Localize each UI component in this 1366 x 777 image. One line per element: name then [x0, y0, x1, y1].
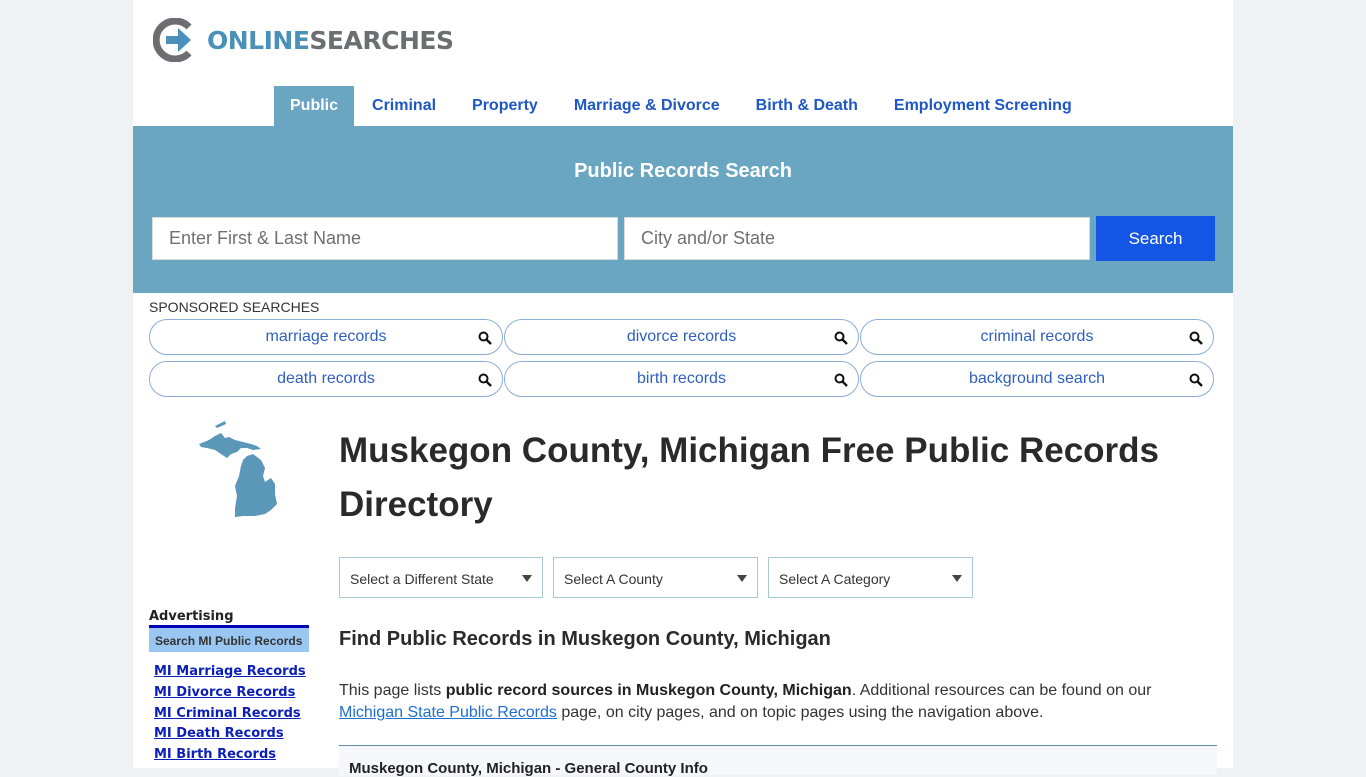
link-mi-divorce-records[interactable]: MI Divorce Records [154, 685, 306, 706]
category-select[interactable]: Select A Category [768, 557, 973, 598]
search-banner: Public Records Search Search [133, 126, 1233, 293]
sponsored-criminal-records[interactable]: criminal records [860, 319, 1214, 355]
advertising-links: MI Marriage Records MI Divorce Records M… [154, 664, 306, 768]
michigan-map-icon [199, 421, 277, 517]
link-mi-birth-records[interactable]: MI Birth Records [154, 747, 306, 768]
state-select-value: Select a Different State [350, 571, 494, 587]
search-icon [834, 331, 848, 345]
link-mi-death-records[interactable]: MI Death Records [154, 726, 306, 747]
sponsored-birth-records[interactable]: birth records [504, 361, 859, 397]
sponsored-death-records[interactable]: death records [149, 361, 503, 397]
nav-marriage-divorce[interactable]: Marriage & Divorce [556, 86, 738, 126]
sponsored-background-search[interactable]: background search [860, 361, 1214, 397]
name-input[interactable] [152, 217, 618, 260]
county-select[interactable]: Select A County [553, 557, 758, 598]
nav-birth-death[interactable]: Birth & Death [738, 86, 876, 126]
search-mi-public-records-header: Search MI Public Records [149, 625, 309, 652]
intro-bold: public record sources in Muskegon County… [445, 682, 852, 699]
logo-icon [153, 18, 192, 62]
link-mi-criminal-records[interactable]: MI Criminal Records [154, 706, 306, 727]
sponsored-divorce-records[interactable]: divorce records [504, 319, 859, 355]
search-icon [478, 331, 492, 345]
main-nav: Public Criminal Property Marriage & Divo… [274, 86, 1090, 126]
category-select-value: Select A Category [779, 571, 891, 587]
link-mi-marriage-records[interactable]: MI Marriage Records [154, 664, 306, 685]
general-county-info-header: Muskegon County, Michigan - General Coun… [339, 745, 1217, 777]
page: ONLINESEARCHES Public Criminal Property … [133, 0, 1233, 777]
logo-text-online: ONLINE [207, 25, 310, 55]
logo-text-searches: SEARCHES [309, 25, 454, 55]
search-title: Public Records Search [574, 160, 792, 182]
search-icon [1189, 331, 1203, 345]
county-select-value: Select A County [564, 571, 663, 587]
intro-paragraph: This page lists public record sources in… [339, 682, 1152, 721]
nav-property[interactable]: Property [454, 86, 556, 126]
dropdown-arrow-icon [952, 575, 962, 582]
michigan-state-records-link[interactable]: Michigan State Public Records [339, 704, 557, 721]
nav-criminal[interactable]: Criminal [354, 86, 454, 126]
nav-public[interactable]: Public [274, 86, 355, 126]
sponsored-searches-label: SPONSORED SEARCHES [149, 299, 320, 315]
search-button[interactable]: Search [1096, 216, 1215, 261]
state-select[interactable]: Select a Different State [339, 557, 543, 598]
dropdown-arrow-icon [737, 575, 747, 582]
city-state-input[interactable] [624, 217, 1090, 260]
search-icon [478, 373, 492, 387]
section-heading: Find Public Records in Muskegon County, … [339, 628, 831, 650]
advertising-label: Advertising [149, 609, 234, 624]
page-title: Muskegon County, Michigan Free Public Re… [339, 431, 1160, 524]
search-icon [834, 373, 848, 387]
sponsored-marriage-records[interactable]: marriage records [149, 319, 503, 355]
site-logo[interactable]: ONLINESEARCHES [153, 18, 454, 62]
dropdown-arrow-icon [522, 575, 532, 582]
search-icon [1189, 373, 1203, 387]
nav-employment-screening[interactable]: Employment Screening [876, 86, 1090, 126]
